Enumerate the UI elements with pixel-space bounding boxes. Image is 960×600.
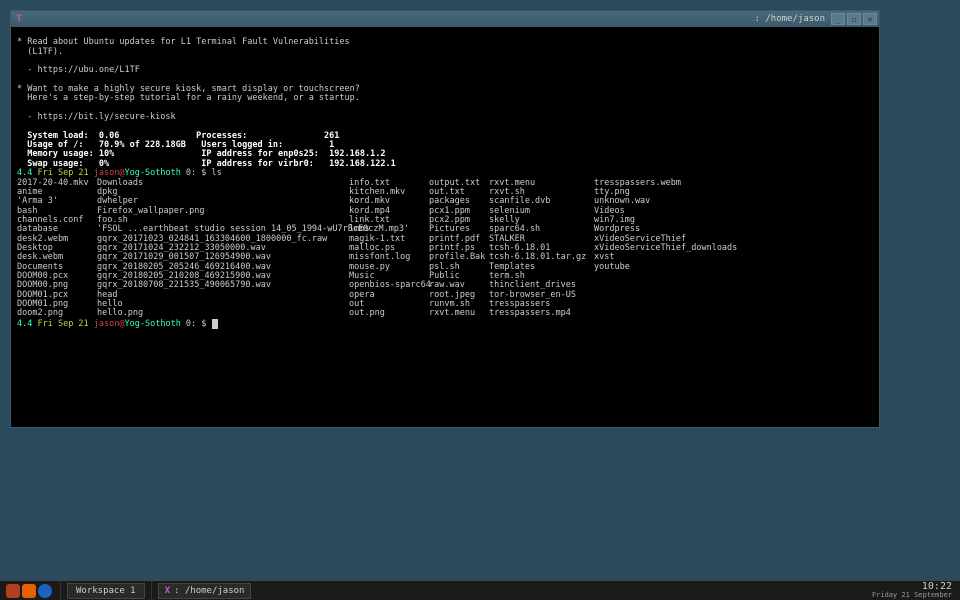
taskbar-tasks: X : /home/jason [152, 581, 258, 600]
prompt-suffix: 0: $ [181, 168, 212, 178]
clock-date: Friday 21 September [872, 592, 952, 599]
close-button[interactable]: ✕ [863, 13, 877, 25]
workspace-switcher[interactable]: Workspace 1 [61, 581, 152, 600]
ls-col: 2017-20-40.mkv anime 'Arma 3' bash chann… [17, 179, 97, 319]
ls-col: output.txt out.txt packages pcx1.ppm pcx… [429, 179, 489, 319]
motd-line: * Read about Ubuntu updates for L1 Termi… [17, 37, 350, 47]
clock[interactable]: 10:22 Friday 21 September [872, 582, 960, 599]
x-icon: X [165, 586, 170, 596]
taskbar: Workspace 1 X : /home/jason 10:22 Friday… [0, 580, 960, 600]
minimize-button[interactable]: _ [831, 13, 845, 25]
ls-col: rxvt.menu rxvt.sh scanfile.dvb selenium … [489, 179, 594, 319]
prompt-date: Fri Sep 21 [37, 168, 88, 178]
prompt-host: Yog-Sothoth [125, 319, 181, 329]
ls-col: tresspassers.webm tty.png unknown.wav Vi… [594, 179, 737, 319]
motd-line: (L1TF). [17, 47, 63, 57]
cursor [212, 319, 218, 329]
motd-line: Here's a step-by-step tutorial for a rai… [17, 93, 360, 103]
window-title: : /home/jason [29, 14, 831, 24]
firefox-icon[interactable] [22, 584, 36, 598]
task-label: : /home/jason [174, 586, 244, 596]
task-button[interactable]: X : /home/jason [158, 583, 252, 599]
prompt-user: jason [94, 319, 120, 329]
window-controls: _ ☐ ✕ [831, 13, 877, 25]
maximize-button[interactable]: ☐ [847, 13, 861, 25]
motd-link: - https://ubu.one/L1TF [17, 65, 140, 75]
ls-output: 2017-20-40.mkv anime 'Arma 3' bash chann… [17, 179, 873, 319]
prompt-user: jason [94, 168, 120, 178]
prompt-version: 4.4 [17, 168, 32, 178]
workspace-label: Workspace 1 [67, 583, 145, 599]
tray-icons [0, 581, 61, 600]
app-icon: T [13, 13, 25, 25]
prompt-suffix: 0: $ [181, 319, 212, 329]
titlebar[interactable]: T : /home/jason _ ☐ ✕ [11, 11, 879, 27]
globe-icon[interactable] [38, 584, 52, 598]
prompt-host: Yog-Sothoth [125, 168, 181, 178]
prompt-date: Fri Sep 21 [37, 319, 88, 329]
terminal-window: T : /home/jason _ ☐ ✕ * Read about Ubunt… [10, 10, 880, 428]
motd-link: - https://bit.ly/secure-kiosk [17, 112, 176, 122]
terminal-body[interactable]: * Read about Ubuntu updates for L1 Termi… [11, 27, 879, 427]
command: ls [212, 168, 222, 178]
prompt-version: 4.4 [17, 319, 32, 329]
ls-col: info.txt kitchen.mkv kord.mkv kord.mp4 l… [349, 179, 429, 319]
ls-col: Downloads dpkg dwhelper Firefox_wallpape… [97, 179, 349, 319]
shield-icon[interactable] [6, 584, 20, 598]
